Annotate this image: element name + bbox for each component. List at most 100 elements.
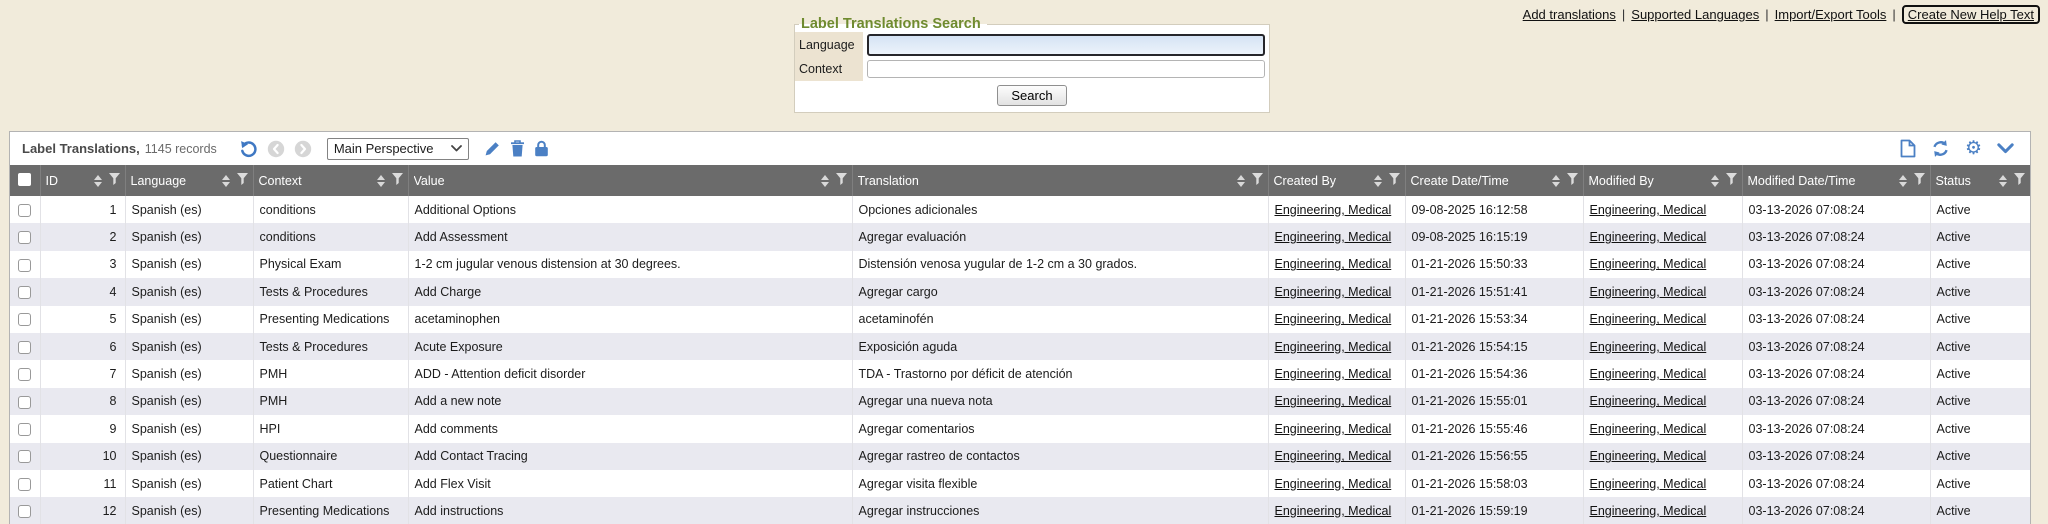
column-header-modified_by[interactable]: Modified By: [1583, 165, 1742, 196]
modified_by-link[interactable]: Engineering, Medical: [1590, 504, 1707, 518]
created_by-link[interactable]: Engineering, Medical: [1275, 394, 1392, 408]
table-row[interactable]: 6Spanish (es)Tests & ProceduresAcute Exp…: [10, 333, 2030, 360]
modified_by-link[interactable]: Engineering, Medical: [1590, 477, 1707, 491]
row-checkbox[interactable]: [18, 341, 31, 354]
row-checkbox[interactable]: [18, 286, 31, 299]
sort-icon[interactable]: [1711, 175, 1719, 187]
sort-icon[interactable]: [1999, 175, 2007, 187]
modified_by-link[interactable]: Engineering, Medical: [1590, 312, 1707, 326]
row-checkbox[interactable]: [18, 313, 31, 326]
table-row[interactable]: 4Spanish (es)Tests & ProceduresAdd Charg…: [10, 278, 2030, 305]
filter-icon[interactable]: [2014, 173, 2025, 188]
created_by-link[interactable]: Engineering, Medical: [1275, 504, 1392, 518]
column-header-status[interactable]: Status: [1930, 165, 2030, 196]
context-input[interactable]: [867, 60, 1265, 78]
created_by-link[interactable]: Engineering, Medical: [1275, 340, 1392, 354]
new-document-icon[interactable]: [1900, 139, 1916, 158]
column-header-create_dt[interactable]: Create Date/Time: [1405, 165, 1583, 196]
sort-icon[interactable]: [377, 175, 385, 187]
select-all-header[interactable]: [10, 165, 40, 196]
table-row[interactable]: 9Spanish (es)HPIAdd commentsAgregar come…: [10, 415, 2030, 442]
select-all-checkbox[interactable]: [18, 173, 31, 186]
created_by-link[interactable]: Engineering, Medical: [1275, 285, 1392, 299]
modified_by-link[interactable]: Engineering, Medical: [1590, 230, 1707, 244]
row-checkbox[interactable]: [18, 396, 31, 409]
row-checkbox[interactable]: [18, 204, 31, 217]
filter-icon[interactable]: [109, 173, 120, 188]
sort-icon[interactable]: [222, 175, 230, 187]
created_by-link[interactable]: Engineering, Medical: [1275, 449, 1392, 463]
prev-icon[interactable]: [267, 140, 285, 158]
table-row[interactable]: 7Spanish (es)PMHADD - Attention deficit …: [10, 360, 2030, 387]
column-header-created_by[interactable]: Created By: [1268, 165, 1405, 196]
created_by-link[interactable]: Engineering, Medical: [1275, 422, 1392, 436]
row-checkbox[interactable]: [18, 505, 31, 518]
refresh-icon[interactable]: [1931, 139, 1950, 158]
filter-icon[interactable]: [237, 173, 248, 188]
row-checkbox[interactable]: [18, 423, 31, 436]
column-header-value[interactable]: Value: [408, 165, 852, 196]
modified_by-link[interactable]: Engineering, Medical: [1590, 257, 1707, 271]
table-row[interactable]: 8Spanish (es)PMHAdd a new noteAgregar un…: [10, 388, 2030, 415]
filter-icon[interactable]: [836, 173, 847, 188]
created_by-link[interactable]: Engineering, Medical: [1275, 312, 1392, 326]
column-header-context[interactable]: Context: [253, 165, 408, 196]
cell-create_dt: 01-21-2026 15:55:46: [1405, 415, 1583, 442]
modified_by-link[interactable]: Engineering, Medical: [1590, 340, 1707, 354]
undo-icon[interactable]: [239, 139, 258, 158]
filter-icon[interactable]: [392, 173, 403, 188]
created_by-link[interactable]: Engineering, Medical: [1275, 230, 1392, 244]
table-row[interactable]: 2Spanish (es)conditionsAdd AssessmentAgr…: [10, 223, 2030, 250]
modified_by-link[interactable]: Engineering, Medical: [1590, 203, 1707, 217]
lock-icon[interactable]: [534, 140, 549, 157]
trash-icon[interactable]: [510, 140, 525, 157]
modified_by-link[interactable]: Engineering, Medical: [1590, 449, 1707, 463]
table-row[interactable]: 11Spanish (es)Patient ChartAdd Flex Visi…: [10, 470, 2030, 497]
sort-icon[interactable]: [1899, 175, 1907, 187]
filter-icon[interactable]: [1726, 173, 1737, 188]
create-new-help-text-link[interactable]: Create New Help Text: [1908, 7, 2034, 22]
filter-icon[interactable]: [1252, 173, 1263, 188]
search-button[interactable]: Search: [997, 85, 1066, 106]
column-header-language[interactable]: Language: [125, 165, 253, 196]
filter-icon[interactable]: [1567, 173, 1578, 188]
add-translations-link[interactable]: Add translations: [1523, 7, 1616, 22]
column-header-modified_dt[interactable]: Modified Date/Time: [1742, 165, 1930, 196]
row-checkbox[interactable]: [18, 259, 31, 272]
column-header-id[interactable]: ID: [40, 165, 125, 196]
modified_by-link[interactable]: Engineering, Medical: [1590, 394, 1707, 408]
import-export-tools-link[interactable]: Import/Export Tools: [1775, 7, 1887, 22]
sort-icon[interactable]: [821, 175, 829, 187]
sort-icon[interactable]: [1552, 175, 1560, 187]
edit-pencil-icon[interactable]: [484, 140, 501, 157]
sort-icon[interactable]: [1374, 175, 1382, 187]
filter-icon[interactable]: [1389, 173, 1400, 188]
table-row[interactable]: 10Spanish (es)QuestionnaireAdd Contact T…: [10, 443, 2030, 470]
row-checkbox[interactable]: [18, 231, 31, 244]
perspective-select[interactable]: Main Perspective: [327, 138, 469, 160]
language-input[interactable]: [867, 34, 1265, 56]
table-row[interactable]: 5Spanish (es)Presenting Medicationsaceta…: [10, 306, 2030, 333]
created_by-link[interactable]: Engineering, Medical: [1275, 477, 1392, 491]
sort-icon[interactable]: [94, 175, 102, 187]
modified_by-link[interactable]: Engineering, Medical: [1590, 422, 1707, 436]
row-checkbox[interactable]: [18, 478, 31, 491]
created_by-link[interactable]: Engineering, Medical: [1275, 257, 1392, 271]
row-checkbox[interactable]: [18, 450, 31, 463]
chevron-down-icon[interactable]: [1997, 143, 2014, 154]
table-row[interactable]: 1Spanish (es)conditionsAdditional Option…: [10, 196, 2030, 223]
modified_by-link[interactable]: Engineering, Medical: [1590, 367, 1707, 381]
created_by-link[interactable]: Engineering, Medical: [1275, 367, 1392, 381]
gear-icon[interactable]: ⚙: [1965, 139, 1982, 158]
table-row[interactable]: 12Spanish (es)Presenting MedicationsAdd …: [10, 497, 2030, 524]
modified_by-link[interactable]: Engineering, Medical: [1590, 285, 1707, 299]
next-icon[interactable]: [294, 140, 312, 158]
created_by-link[interactable]: Engineering, Medical: [1275, 203, 1392, 217]
sort-icon[interactable]: [1237, 175, 1245, 187]
supported-languages-link[interactable]: Supported Languages: [1631, 7, 1759, 22]
column-header-translation[interactable]: Translation: [852, 165, 1268, 196]
filter-icon[interactable]: [1914, 173, 1925, 188]
table-row[interactable]: 3Spanish (es)Physical Exam1-2 cm jugular…: [10, 251, 2030, 278]
row-checkbox[interactable]: [18, 368, 31, 381]
cell-translation: Agregar una nueva nota: [852, 388, 1268, 415]
